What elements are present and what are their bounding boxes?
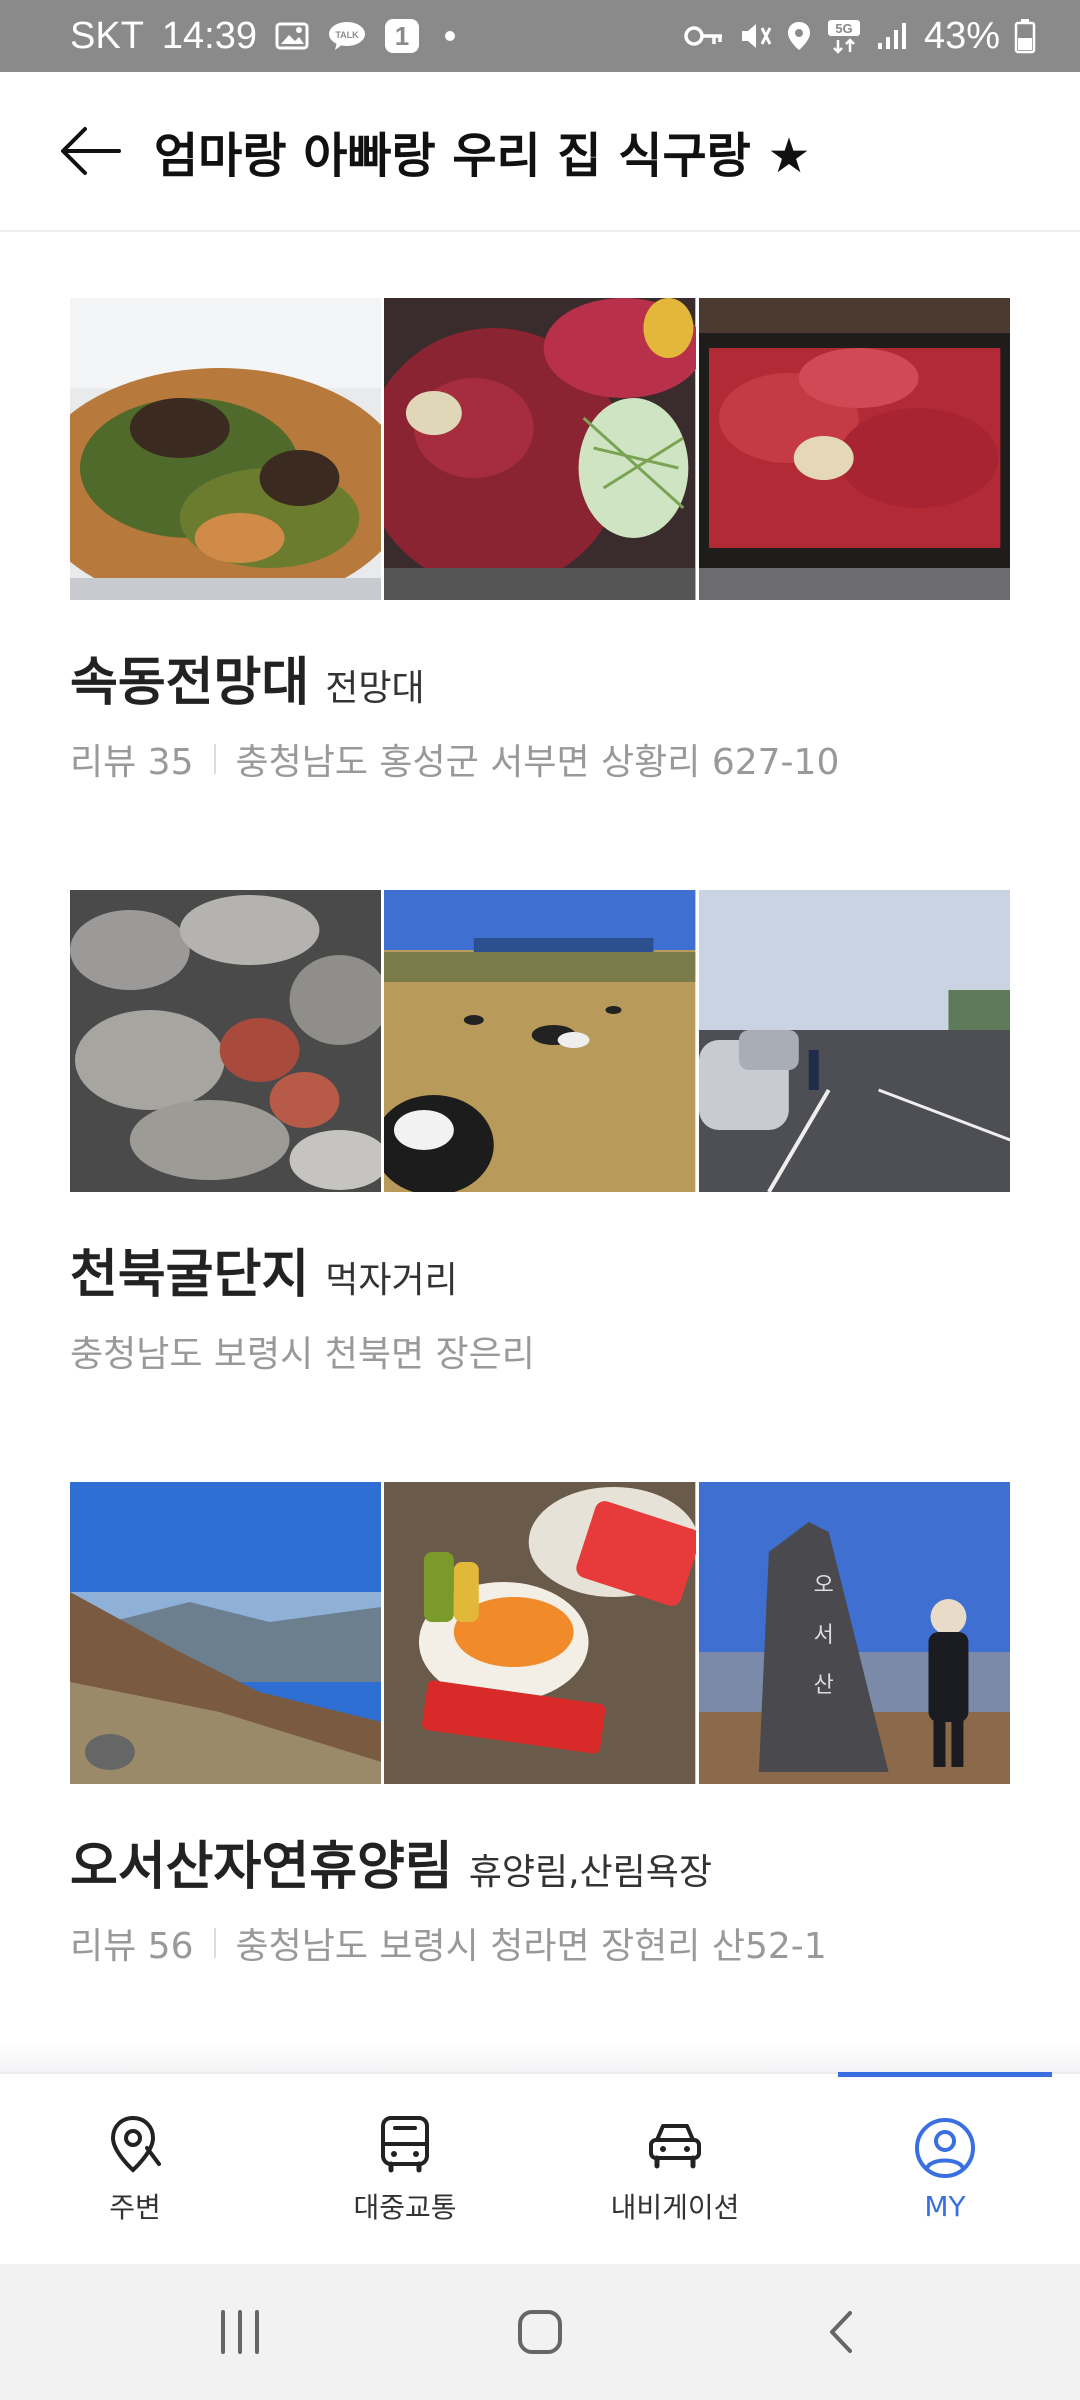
place-title-row: 속동전망대 전망대: [70, 640, 1010, 715]
tab-nearby[interactable]: 주변: [0, 2074, 270, 2264]
network-5g-icon: 5G: [826, 18, 862, 54]
svg-text:산: 산: [813, 1673, 833, 1698]
summit-stone-photo[interactable]: 오 서 산: [698, 1482, 1010, 1784]
back-button[interactable]: [36, 96, 146, 206]
parking-lot-photo[interactable]: [698, 890, 1010, 1192]
place-card[interactable]: 오 서 산 오서산자연휴양림 휴양림,산림욕장 리뷰 56 충청남도 보령시 청…: [70, 1482, 1010, 1969]
place-list: 속동전망대 전망대 리뷰 35 충청남도 홍성군 서부면 상황리 627-10: [0, 232, 1080, 2042]
time-label: 14:39: [161, 14, 257, 57]
photo-strip[interactable]: 오 서 산: [70, 1482, 1010, 1784]
car-icon: [649, 2124, 701, 2169]
tab-my[interactable]: MY: [810, 2072, 1080, 2264]
noodles-snack-photo[interactable]: [384, 1482, 696, 1784]
bus-icon: [381, 2116, 429, 2173]
place-address: 충청남도 홍성군 서부면 상황리 627-10: [235, 742, 840, 783]
grilled-oysters-photo[interactable]: [70, 890, 382, 1192]
chevron-left-icon: [830, 2311, 852, 2353]
status-bar: SKT 14:39 TALK 1 5G 43%: [0, 0, 1080, 72]
beef-tray-photo[interactable]: [698, 298, 1010, 600]
svg-text:서: 서: [813, 1623, 833, 1648]
chive-pancake-photo[interactable]: [70, 298, 382, 600]
meta-divider: [213, 1928, 216, 1958]
place-address: 충청남도 보령시 청라면 장현리 산52-1: [235, 1926, 827, 1967]
key-icon: [684, 23, 724, 49]
place-meta: 리뷰 35 충청남도 홍성군 서부면 상황리 627-10: [70, 733, 1010, 785]
status-left: SKT 14:39 TALK 1: [70, 15, 455, 58]
recent-apps-icon: [221, 2310, 259, 2354]
review-count: 리뷰 56: [70, 1926, 194, 1967]
tab-label: MY: [924, 2189, 966, 2223]
photo-strip[interactable]: [70, 890, 1010, 1192]
system-nav-bar: [0, 2264, 1080, 2400]
back-arrow-icon: [61, 127, 121, 175]
tabbar-shadow: [0, 2042, 1080, 2072]
meta-divider: [213, 744, 216, 774]
battery-icon: [1014, 18, 1036, 54]
carrier-label: SKT: [70, 14, 144, 57]
home-button[interactable]: [480, 2282, 600, 2382]
place-category: 전망대: [325, 668, 425, 709]
bottom-tab-bar: 주변 대중교통 내비게이션 MY: [0, 2072, 1080, 2264]
system-back-button[interactable]: [780, 2282, 900, 2382]
tab-navigation[interactable]: 내비게이션: [540, 2074, 810, 2264]
recent-apps-button[interactable]: [180, 2282, 300, 2382]
home-icon: [518, 2310, 562, 2354]
place-name[interactable]: 속동전망대: [70, 640, 309, 715]
app-header: 엄마랑 아빠랑 우리 집 식구랑 ★: [0, 72, 1080, 232]
photo-strip[interactable]: [70, 298, 1010, 600]
place-card[interactable]: 천북굴단지 먹자거리 충청남도 보령시 천북면 장은리: [70, 890, 1010, 1377]
signal-icon: [876, 21, 910, 51]
place-category: 휴양림,산림욕장: [468, 1852, 713, 1893]
svg-text:TALK: TALK: [335, 30, 359, 40]
place-category: 먹자거리: [325, 1260, 458, 1301]
page-title: 엄마랑 아빠랑 우리 집 식구랑 ★: [154, 128, 811, 184]
mountain-view-photo[interactable]: [70, 1482, 382, 1784]
gallery-icon: [275, 21, 309, 51]
place-address: 충청남도 보령시 천북면 장은리: [70, 1334, 535, 1375]
tab-label: 대중교통: [353, 2191, 457, 2224]
status-right: 5G 43%: [684, 15, 1036, 58]
location-icon: [786, 20, 812, 52]
profile-icon: [915, 2117, 975, 2178]
review-count: 리뷰 35: [70, 742, 194, 783]
place-name[interactable]: 천북굴단지: [70, 1232, 309, 1307]
talk-icon: TALK: [327, 20, 367, 52]
place-title-row: 오서산자연휴양림 휴양림,산림욕장: [70, 1824, 1010, 1899]
tab-transit[interactable]: 대중교통: [270, 2074, 540, 2264]
cows-field-photo[interactable]: [384, 890, 696, 1192]
place-meta: 리뷰 56 충청남도 보령시 청라면 장현리 산52-1: [70, 1917, 1010, 1969]
place-title-row: 천북굴단지 먹자거리: [70, 1232, 1010, 1307]
mute-vibrate-icon: [738, 20, 772, 52]
battery-percent: 43%: [923, 14, 1000, 57]
raw-beef-photo[interactable]: [384, 298, 696, 600]
place-card[interactable]: 속동전망대 전망대 리뷰 35 충청남도 홍성군 서부면 상황리 627-10: [70, 298, 1010, 785]
tab-label: 주변: [109, 2191, 161, 2224]
location-pin-icon: [110, 2115, 161, 2173]
tab-label: 내비게이션: [610, 2191, 740, 2224]
place-name[interactable]: 오서산자연휴양림: [70, 1824, 453, 1899]
notification-badge: 1: [385, 19, 419, 53]
network-type-label: 5G: [835, 21, 852, 36]
more-notifications-dot: [445, 31, 455, 41]
place-meta: 충청남도 보령시 천북면 장은리: [70, 1325, 1010, 1377]
svg-text:오: 오: [813, 1573, 833, 1598]
active-tab-indicator: [838, 2072, 1052, 2077]
